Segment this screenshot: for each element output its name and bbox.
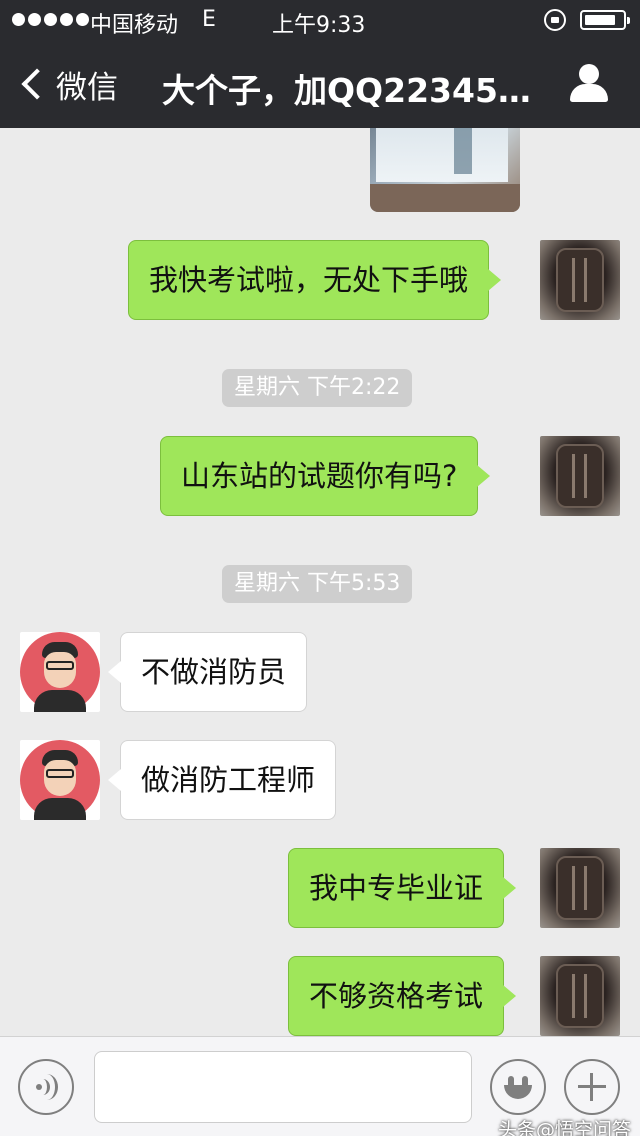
avatar-self[interactable] — [540, 848, 620, 928]
avatar-self[interactable] — [540, 956, 620, 1036]
back-button[interactable]: 微信 — [16, 62, 118, 106]
more-options-button[interactable] — [564, 1059, 620, 1115]
chat-info-button[interactable] — [566, 62, 612, 108]
avatar-contact[interactable] — [20, 632, 100, 712]
plus-icon — [566, 1061, 618, 1113]
avatar-self[interactable] — [540, 240, 620, 320]
message-bubble-outgoing[interactable]: 不够资格考试 — [288, 956, 517, 1036]
message-input[interactable] — [94, 1051, 472, 1123]
avatar-contact[interactable] — [20, 740, 100, 820]
network-type: E — [202, 7, 216, 32]
chat-title: 大个子，加QQ22345… — [162, 71, 531, 110]
emoji-button[interactable] — [490, 1059, 546, 1115]
message-timestamp: 星期六 下午5:53 — [222, 565, 413, 603]
message-bubble-incoming[interactable]: 不做消防员 — [107, 632, 308, 712]
message-list[interactable]: 我快考试啦，无处下手哦 星期六 下午2:22 山东站的试题你有吗? 星期六 下午… — [0, 128, 640, 1036]
chat-header: 微信 大个子，加QQ22345… — [0, 40, 640, 128]
carrier-name: 中国移动 — [90, 13, 179, 38]
voice-icon — [34, 1074, 58, 1100]
smile-icon — [492, 1061, 544, 1113]
chevron-left-icon — [21, 68, 53, 100]
voice-input-button[interactable] — [18, 1059, 74, 1115]
message-bubble-incoming[interactable]: 做消防工程师 — [107, 740, 337, 820]
person-icon — [566, 62, 612, 108]
status-bar: 中国移动 E 上午9:33 — [0, 0, 640, 40]
watermark: 头条@悟空问答 — [498, 1119, 632, 1136]
message-timestamp: 星期六 下午2:22 — [222, 369, 413, 407]
status-time: 上午9:33 — [272, 13, 366, 38]
lock-icon — [544, 9, 566, 31]
battery-icon — [580, 10, 630, 30]
avatar-self[interactable] — [540, 436, 620, 516]
image-message[interactable] — [370, 128, 520, 212]
message-bubble-outgoing[interactable]: 我快考试啦，无处下手哦 — [128, 240, 502, 320]
back-label: 微信 — [56, 69, 118, 106]
signal-strength-icon — [12, 13, 89, 26]
message-bubble-outgoing[interactable]: 山东站的试题你有吗? — [160, 436, 491, 516]
input-toolbar: 头条@悟空问答 — [0, 1036, 640, 1136]
message-bubble-outgoing[interactable]: 我中专毕业证 — [288, 848, 517, 928]
